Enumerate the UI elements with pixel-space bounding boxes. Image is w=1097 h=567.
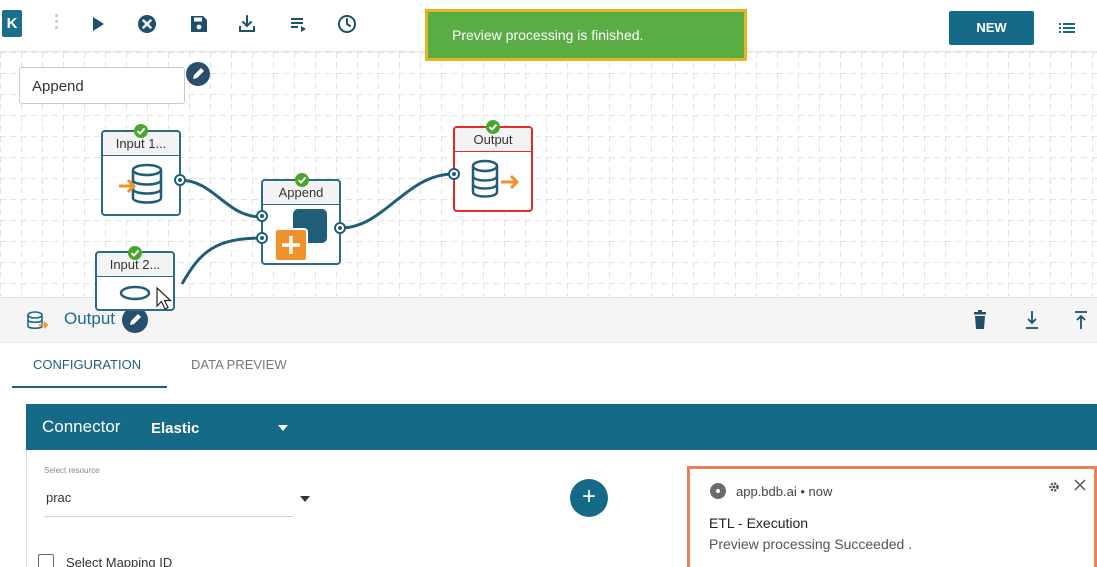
menu-list-icon[interactable]: [1054, 16, 1080, 40]
history-clock-icon[interactable]: [336, 13, 358, 35]
notification-message: Preview processing Succeeded .: [709, 536, 913, 552]
add-resource-button[interactable]: +: [570, 479, 608, 517]
notification-time: now: [808, 484, 833, 499]
gear-icon[interactable]: [1048, 481, 1060, 496]
close-icon[interactable]: [1074, 478, 1086, 495]
download-icon[interactable]: [1024, 310, 1040, 330]
pipeline-name-input[interactable]: Append: [19, 67, 185, 104]
select-mapping-checkbox[interactable]: [38, 554, 54, 567]
mouse-cursor-icon: [156, 286, 173, 310]
connector-selector[interactable]: Connector Elastic: [26, 404, 1097, 450]
browser-notification[interactable]: app.bdb.ai • now ETL - Execution Preview…: [687, 466, 1097, 567]
connector-value: Elastic: [151, 420, 200, 437]
resource-label: Select resource: [44, 466, 100, 475]
input1-node[interactable]: Input 1...: [101, 130, 181, 216]
notification-site: app.bdb.ai: [736, 484, 797, 499]
database-output-icon: [27, 311, 48, 330]
new-button[interactable]: NEW: [949, 11, 1034, 45]
input1-out-port[interactable]: [174, 174, 186, 186]
chrome-icon: [710, 483, 726, 499]
append-in-port-1[interactable]: [256, 210, 268, 222]
tab-data-preview[interactable]: DATA PREVIEW: [191, 343, 301, 388]
database-input-icon: [119, 163, 163, 204]
append-node[interactable]: Append: [261, 179, 341, 265]
edit-name-icon[interactable]: [186, 62, 210, 86]
success-check-icon: [128, 246, 142, 260]
chevron-down-icon[interactable]: [278, 425, 288, 431]
drag-handle-icon[interactable]: [55, 14, 59, 34]
connector-label: Connector: [42, 417, 121, 436]
delete-icon[interactable]: [972, 310, 988, 330]
collapse-panel-icon[interactable]: [1073, 310, 1089, 330]
notification-title: ETL - Execution: [709, 515, 809, 531]
append-icon: [274, 209, 327, 262]
stop-icon[interactable]: [136, 13, 158, 35]
run-icon[interactable]: [87, 13, 109, 35]
output-node[interactable]: Output: [453, 126, 533, 212]
panel-tabs: CONFIGURATION DATA PREVIEW: [0, 343, 1097, 388]
append-in-port-2[interactable]: [256, 232, 268, 244]
success-check-icon: [295, 173, 309, 187]
notification-source: app.bdb.ai • now: [736, 484, 832, 499]
collapse-logo-button[interactable]: K: [2, 10, 22, 37]
resource-select[interactable]: prac: [46, 490, 71, 505]
notification-separator: •: [800, 484, 805, 499]
tab-configuration[interactable]: CONFIGURATION: [12, 343, 167, 388]
queue-list-icon[interactable]: [288, 13, 310, 35]
chevron-down-icon[interactable]: [300, 496, 310, 502]
output-in-port[interactable]: [448, 168, 460, 180]
select-mapping-label: Select Mapping ID: [66, 555, 173, 567]
preview-finished-toast: Preview processing is finished.: [425, 9, 747, 61]
database-output-icon: [471, 159, 520, 198]
success-check-icon: [134, 124, 148, 138]
resource-underline: [44, 516, 293, 517]
append-out-port[interactable]: [334, 222, 346, 234]
download-icon[interactable]: [236, 13, 258, 35]
save-icon[interactable]: [188, 13, 210, 35]
success-check-icon: [486, 120, 500, 134]
